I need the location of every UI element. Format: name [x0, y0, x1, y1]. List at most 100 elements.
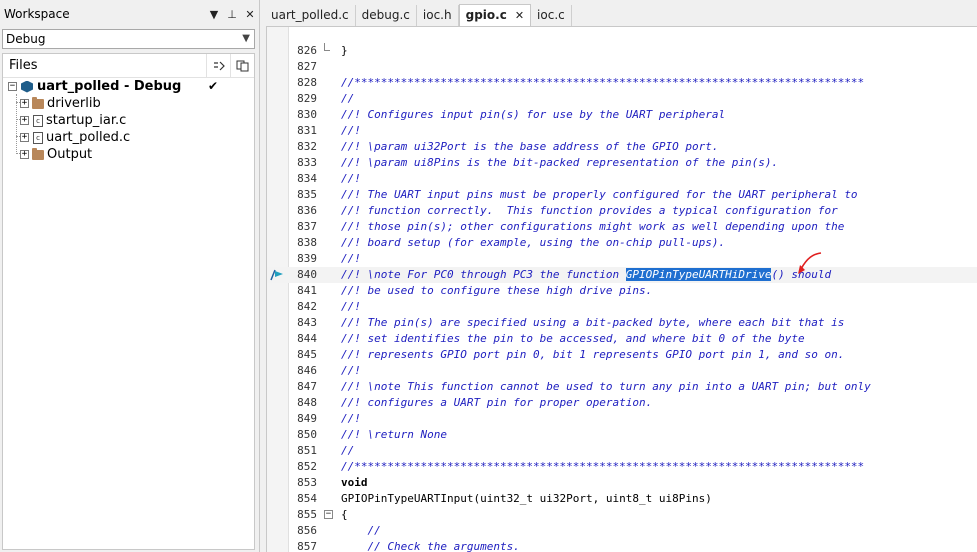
code-line[interactable]: 833 //! \param ui8Pins is the bit-packed … [267, 155, 977, 171]
code-line[interactable]: 853 void [267, 475, 977, 491]
code-line[interactable]: 837 //! those pin(s); other configuration… [267, 219, 977, 235]
build-files-icon[interactable] [230, 53, 254, 78]
tree-item-startup-iar[interactable]: + c startup_iar.c [20, 112, 126, 129]
code-line[interactable]: 831 //! [267, 123, 977, 139]
code-line[interactable]: 856 // [267, 523, 977, 539]
collapse-icon[interactable]: − [8, 82, 17, 91]
code-line[interactable]: 850 //! \return None [267, 427, 977, 443]
code-line[interactable]: 854 GPIOPinTypeUARTInput(uint32_t ui32Por… [267, 491, 977, 507]
line-number: 851 [297, 444, 317, 457]
line-number: 838 [297, 236, 317, 249]
code-text: { [341, 507, 348, 523]
code-line[interactable]: 851 // [267, 443, 977, 459]
code-line[interactable]: 840 //! \note For PC0 through PC3 the fun… [267, 267, 977, 283]
code-line[interactable]: 839 //! [267, 251, 977, 267]
code-line[interactable]: 830 //! Configures input pin(s) for use b… [267, 107, 977, 123]
code-text: //! Configures input pin(s) for use by t… [341, 107, 725, 123]
changed-files-icon[interactable] [206, 53, 230, 78]
tree-item-label: uart_polled.c [46, 130, 131, 145]
code-line[interactable]: 848 //! configures a UART pin for proper … [267, 395, 977, 411]
configuration-select[interactable]: Debug ▼ [2, 29, 255, 49]
annotation-arrow-icon [798, 252, 822, 274]
tab-label: ioc.c [537, 8, 565, 22]
expand-icon[interactable]: + [20, 99, 29, 108]
folder-icon [32, 147, 44, 160]
code-segment: // [341, 524, 381, 537]
workspace-pin-button[interactable]: ⊥ [223, 8, 241, 21]
code-line[interactable]: 841 //! be used to configure these high d… [267, 283, 977, 299]
code-line[interactable]: 855−{ [267, 507, 977, 523]
expand-icon[interactable]: + [20, 116, 29, 125]
tree-item-output[interactable]: + Output [20, 146, 92, 163]
code-segment: //! Configures input pin(s) for use by t… [341, 108, 726, 121]
line-number: 839 [297, 252, 317, 265]
code-line[interactable]: 857 // Check the arguments. [267, 539, 977, 552]
tab-ioc-h[interactable]: ioc.h [416, 5, 459, 26]
line-number: 841 [297, 284, 317, 297]
code-line[interactable]: 828 //***********************************… [267, 75, 977, 91]
c-file-icon: c [33, 131, 43, 144]
line-number: 844 [297, 332, 317, 345]
code-text: //! board setup (for example, using the … [341, 235, 725, 251]
code-line[interactable]: 826} [267, 43, 977, 59]
tab-uart-polled[interactable]: uart_polled.c [265, 5, 356, 26]
code-segment: //! set identifies the pin to be accesse… [341, 332, 805, 345]
code-line[interactable]: 836 //! function correctly. This function… [267, 203, 977, 219]
code-editor[interactable]: 826} 827 828//****************************… [266, 26, 977, 552]
tree-item-driverlib[interactable]: + driverlib [20, 95, 101, 112]
code-segment: //! represents GPIO port pin 0, bit 1 re… [341, 348, 845, 361]
code-line[interactable]: 847 //! \note This function cannot be use… [267, 379, 977, 395]
fold-collapse-icon[interactable]: − [324, 510, 333, 519]
code-line[interactable]: 829 // [267, 91, 977, 107]
expand-icon[interactable]: + [20, 150, 29, 159]
workspace-menu-button[interactable]: ▼ [205, 8, 223, 21]
tab-gpio[interactable]: gpio.c ✕ [458, 4, 532, 26]
code-segment: //! [341, 124, 361, 137]
code-line[interactable]: 832 //! \param ui32Port is the base addre… [267, 139, 977, 155]
code-line[interactable]: 846 //! [267, 363, 977, 379]
code-line[interactable]: 844 //! set identifies the pin to be acce… [267, 331, 977, 347]
code-line[interactable]: 827 [267, 59, 977, 75]
line-number: 831 [297, 124, 317, 137]
code-line[interactable]: 835 //! The UART input pins must be prope… [267, 187, 977, 203]
files-header: Files [3, 53, 254, 78]
project-icon [21, 80, 33, 93]
folder-icon [32, 96, 44, 109]
code-segment: //! \param ui8Pins is the bit-packed rep… [341, 156, 779, 169]
line-number: 857 [297, 540, 317, 552]
code-text: //! represents GPIO port pin 0, bit 1 re… [341, 347, 844, 363]
tab-debug[interactable]: debug.c [355, 5, 417, 26]
line-number: 837 [297, 220, 317, 233]
code-segment: //! \return None [341, 428, 447, 441]
workspace-close-button[interactable]: ✕ [241, 8, 259, 21]
tree-project-row[interactable]: − uart_polled - Debug [8, 78, 181, 95]
selected-text: GPIOPinTypeUARTHiDrive [625, 268, 772, 281]
code-line[interactable]: 843 //! The pin(s) are specified using a … [267, 315, 977, 331]
code-line[interactable]: 842 //! [267, 299, 977, 315]
code-text: //! be used to configure these high driv… [341, 283, 652, 299]
files-label: Files [9, 58, 38, 73]
code-text: //! \param ui32Port is the base address … [341, 139, 719, 155]
line-number: 846 [297, 364, 317, 377]
line-number: 830 [297, 108, 317, 121]
code-line[interactable]: 852 //***********************************… [267, 459, 977, 475]
line-number: 832 [297, 140, 317, 153]
code-line[interactable]: 834 //! [267, 171, 977, 187]
line-number: 833 [297, 156, 317, 169]
line-number: 835 [297, 188, 317, 201]
code-line[interactable]: 849 //! [267, 411, 977, 427]
line-number: 854 [297, 492, 317, 505]
close-tab-icon[interactable]: ✕ [515, 9, 524, 22]
code-text: //! \note This function cannot be used t… [341, 379, 871, 395]
tree-item-uart-polled[interactable]: + c uart_polled.c [20, 129, 130, 146]
line-number: 840 [297, 268, 317, 281]
tab-label: debug.c [361, 8, 410, 22]
code-segment: //! be used to configure these high driv… [341, 284, 653, 297]
line-number: 855 [297, 508, 317, 521]
expand-icon[interactable]: + [20, 133, 29, 142]
code-line[interactable]: 838 //! board setup (for example, using t… [267, 235, 977, 251]
code-line[interactable]: 845 //! represents GPIO port pin 0, bit 1… [267, 347, 977, 363]
code-text: //! those pin(s); other configurations m… [341, 219, 844, 235]
tab-ioc-c[interactable]: ioc.c [531, 5, 572, 26]
code-text: // [341, 523, 381, 539]
